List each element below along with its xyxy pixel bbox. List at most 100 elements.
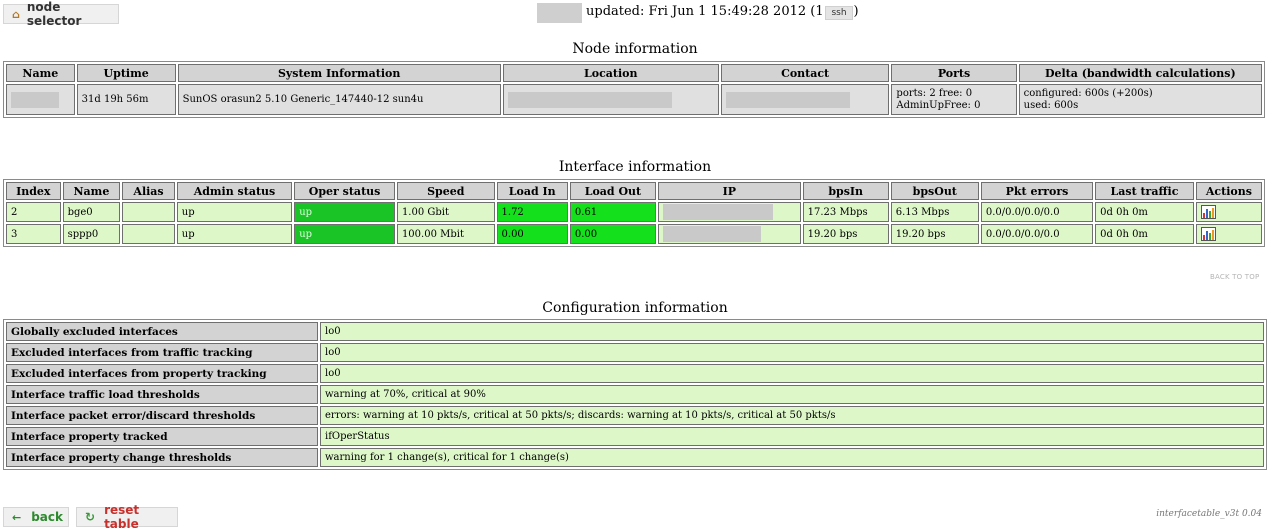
- if-index-cell: 3: [6, 224, 61, 244]
- config-row: Excluded interfaces from property tracki…: [6, 364, 1264, 383]
- col-header-bps-in[interactable]: bpsIn: [802, 182, 889, 200]
- col-header-load-out[interactable]: Load Out: [569, 182, 656, 200]
- contact-cell: [720, 84, 890, 115]
- graph-icon[interactable]: [1200, 205, 1216, 219]
- config-value: warning for 1 change(s), critical for 1 …: [320, 448, 1264, 467]
- interface-info-table: Index Name Alias Admin status Oper statu…: [3, 179, 1265, 247]
- if-load-out-cell: 0.61: [569, 202, 656, 222]
- config-row: Globally excluded interfaces lo0: [6, 322, 1264, 341]
- contact-redacted: [725, 91, 850, 108]
- if-admin-status-cell: up: [176, 202, 293, 222]
- config-info-table: Globally excluded interfaces lo0 Exclude…: [3, 319, 1267, 470]
- config-value: lo0: [320, 343, 1264, 362]
- back-to-top-link[interactable]: BACK TO TOP: [1210, 273, 1259, 281]
- if-speed-cell: 100.00 Mbit: [396, 224, 495, 244]
- config-label: Interface property tracked: [6, 427, 318, 446]
- col-header-index[interactable]: Index: [6, 182, 61, 200]
- node-selector-button[interactable]: ⌂ node selector: [3, 0, 119, 28]
- col-header-load-in[interactable]: Load In: [496, 182, 568, 200]
- config-value: lo0: [320, 322, 1264, 341]
- col-header-name: Name: [6, 64, 75, 82]
- config-row: Interface property change thresholds war…: [6, 448, 1264, 467]
- config-value: warning at 70%, critical at 90%: [320, 385, 1264, 404]
- col-header-ip[interactable]: IP: [657, 182, 801, 200]
- config-info-title: Configuration information: [542, 300, 728, 316]
- col-header-actions: Actions: [1195, 182, 1262, 200]
- if-oper-status-cell: up: [294, 224, 395, 244]
- graph-icon[interactable]: [1200, 227, 1216, 241]
- col-header-system-information: System Information: [177, 64, 501, 82]
- node-info-title: Node information: [572, 41, 698, 57]
- ip-redacted: [662, 204, 773, 220]
- if-admin-status-cell: up: [176, 224, 293, 244]
- ports-cell: ports: 2 free: 0 AdminUpFree: 0: [891, 84, 1017, 115]
- config-label: Excluded interfaces from traffic trackin…: [6, 343, 318, 362]
- config-label: Globally excluded interfaces: [6, 322, 318, 341]
- if-pkt-errors-cell: 0.0/0.0/0.0/0.0: [980, 224, 1094, 244]
- arrow-left-icon: ←: [12, 510, 22, 524]
- if-index-cell: 2: [6, 202, 61, 222]
- col-header-delta: Delta (bandwidth calculations): [1018, 64, 1262, 82]
- if-load-in-cell: 0.00: [496, 224, 568, 244]
- back-label: back: [31, 510, 63, 524]
- if-load-out-cell: 0.00: [569, 224, 656, 244]
- uptime-cell: 31d 19h 56m: [76, 84, 176, 115]
- node-info-header-row: Name Uptime System Information Location …: [6, 64, 1262, 82]
- node-name-redacted: [11, 91, 59, 108]
- if-oper-status-cell: up: [294, 202, 395, 222]
- col-header-speed[interactable]: Speed: [396, 182, 495, 200]
- system-information-cell: SunOS orasun2 5.10 Generic_147440-12 sun…: [177, 84, 501, 115]
- if-bps-in-cell: 19.20 bps: [802, 224, 889, 244]
- col-header-oper-status[interactable]: Oper status: [294, 182, 395, 200]
- config-label: Interface traffic load thresholds: [6, 385, 318, 404]
- home-icon: ⌂: [12, 7, 20, 21]
- node-info-table: Name Uptime System Information Location …: [3, 61, 1265, 118]
- col-header-pkt-errors[interactable]: Pkt errors: [980, 182, 1094, 200]
- interface-row: 3 sppp0 up up 100.00 Mbit 0.00 0.00 19.2…: [6, 224, 1262, 244]
- if-pkt-errors-cell: 0.0/0.0/0.0/0.0: [980, 202, 1094, 222]
- if-last-traffic-cell: 0d 0h 0m: [1095, 202, 1194, 222]
- if-actions-cell: [1195, 224, 1262, 244]
- col-header-bps-out[interactable]: bpsOut: [890, 182, 979, 200]
- config-row: Excluded interfaces from traffic trackin…: [6, 343, 1264, 362]
- if-bps-out-cell: 19.20 bps: [890, 224, 979, 244]
- col-header-location: Location: [502, 64, 719, 82]
- reset-label: reset table: [104, 503, 140, 531]
- node-selector-label: node selector: [26, 0, 82, 28]
- if-ip-cell: [657, 224, 801, 244]
- reset-table-button[interactable]: ↻ reset table: [76, 503, 178, 531]
- config-row: Interface traffic load thresholds warnin…: [6, 385, 1264, 404]
- refresh-icon: ↻: [85, 510, 96, 524]
- col-header-admin-status[interactable]: Admin status: [176, 182, 293, 200]
- col-header-ports: Ports: [891, 64, 1017, 82]
- if-name-cell: bge0: [62, 202, 121, 222]
- config-label: Interface property change thresholds: [6, 448, 318, 467]
- col-header-if-name[interactable]: Name: [62, 182, 121, 200]
- node-info-row: 31d 19h 56m SunOS orasun2 5.10 Generic_1…: [6, 84, 1262, 115]
- col-header-last-traffic[interactable]: Last traffic: [1095, 182, 1194, 200]
- config-row: Interface packet error/discard threshold…: [6, 406, 1264, 425]
- if-actions-cell: [1195, 202, 1262, 222]
- ports-line-2: AdminUpFree: 0: [896, 99, 981, 111]
- location-cell: [502, 84, 719, 115]
- config-label: Excluded interfaces from property tracki…: [6, 364, 318, 383]
- interface-header-row: Index Name Alias Admin status Oper statu…: [6, 182, 1262, 200]
- col-header-alias[interactable]: Alias: [122, 182, 175, 200]
- ports-line-1: ports: 2 free: 0: [896, 87, 973, 99]
- updated-timestamp: updated: Fri Jun 1 15:49:28 2012 (1 sec.…: [586, 4, 859, 19]
- col-header-uptime: Uptime: [76, 64, 176, 82]
- config-value: lo0: [320, 364, 1264, 383]
- if-load-in-cell: 1.72: [496, 202, 568, 222]
- ip-redacted: [662, 226, 761, 242]
- config-label: Interface packet error/discard threshold…: [6, 406, 318, 425]
- col-header-contact: Contact: [720, 64, 890, 82]
- if-last-traffic-cell: 0d 0h 0m: [1095, 224, 1194, 244]
- hostname-redacted: [537, 3, 582, 23]
- back-button[interactable]: ← back: [3, 507, 69, 527]
- config-row: Interface property tracked ifOperStatus: [6, 427, 1264, 446]
- if-name-cell: sppp0: [62, 224, 121, 244]
- ssh-button[interactable]: ssh: [825, 6, 853, 20]
- if-alias-cell: [122, 224, 175, 244]
- delta-line-2: used: 600s: [1023, 99, 1079, 111]
- config-value: errors: warning at 10 pkts/s, critical a…: [320, 406, 1264, 425]
